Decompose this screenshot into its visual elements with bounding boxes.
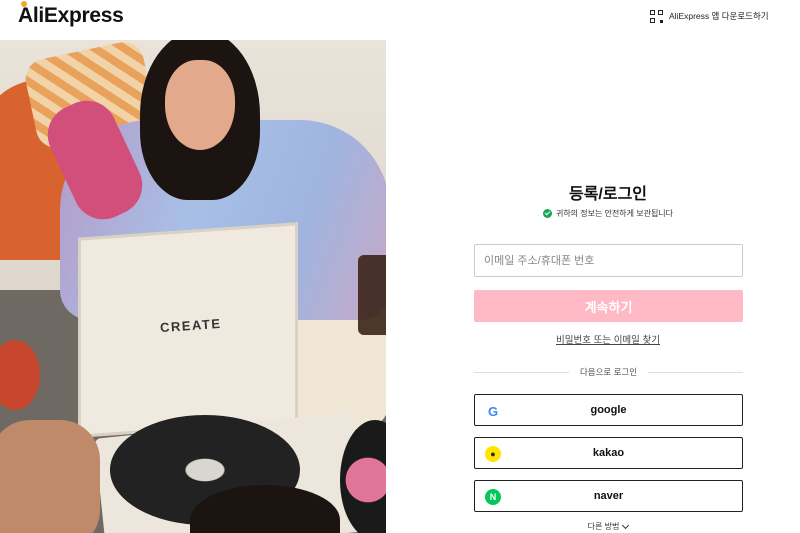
google-label: google bbox=[590, 404, 627, 416]
social-login-divider: 다음으로 로그인 bbox=[474, 366, 743, 378]
app-download-link[interactable]: AliExpress 앱 다운로드하기 bbox=[650, 8, 769, 24]
google-icon: G bbox=[485, 403, 501, 419]
naver-login-button[interactable]: N naver bbox=[474, 480, 743, 512]
kakao-icon: ● bbox=[485, 446, 501, 462]
app-download-label: AliExpress 앱 다운로드하기 bbox=[669, 11, 769, 21]
chevron-down-icon bbox=[622, 521, 630, 529]
find-password-link[interactable]: 비밀번호 또는 이메일 찾기 bbox=[386, 332, 800, 346]
email-phone-input[interactable] bbox=[474, 244, 743, 277]
login-panel: 등록/로그인 귀하의 정보는 안전하게 보관됩니다 계속하기 비밀번호 또는 이… bbox=[386, 40, 800, 533]
aliexpress-logo[interactable]: AliExpress bbox=[18, 1, 124, 28]
kakao-label: kakao bbox=[592, 447, 625, 459]
hero-image: CREATE bbox=[0, 40, 386, 533]
qr-code-icon bbox=[650, 9, 663, 23]
kakao-login-button[interactable]: ● kakao bbox=[474, 437, 743, 469]
logo-text: AliExpress bbox=[18, 4, 124, 27]
logo-dot bbox=[21, 1, 27, 7]
secure-notice: 귀하의 정보는 안전하게 보관됩니다 bbox=[386, 208, 800, 219]
naver-label: naver bbox=[593, 490, 624, 502]
more-options-toggle[interactable]: 다른 방법 bbox=[386, 521, 800, 532]
secure-notice-text: 귀하의 정보는 안전하게 보관됩니다 bbox=[555, 209, 674, 218]
continue-button[interactable]: 계속하기 bbox=[474, 290, 743, 322]
page-title: 등록/로그인 bbox=[568, 186, 648, 203]
naver-icon: N bbox=[485, 489, 501, 505]
shield-check-icon bbox=[542, 209, 552, 218]
top-header: AliExpress AliExpress 앱 다운로드하기 bbox=[0, 0, 800, 40]
more-options-label: 다른 방법 bbox=[587, 522, 620, 531]
google-login-button[interactable]: G google bbox=[474, 394, 743, 426]
